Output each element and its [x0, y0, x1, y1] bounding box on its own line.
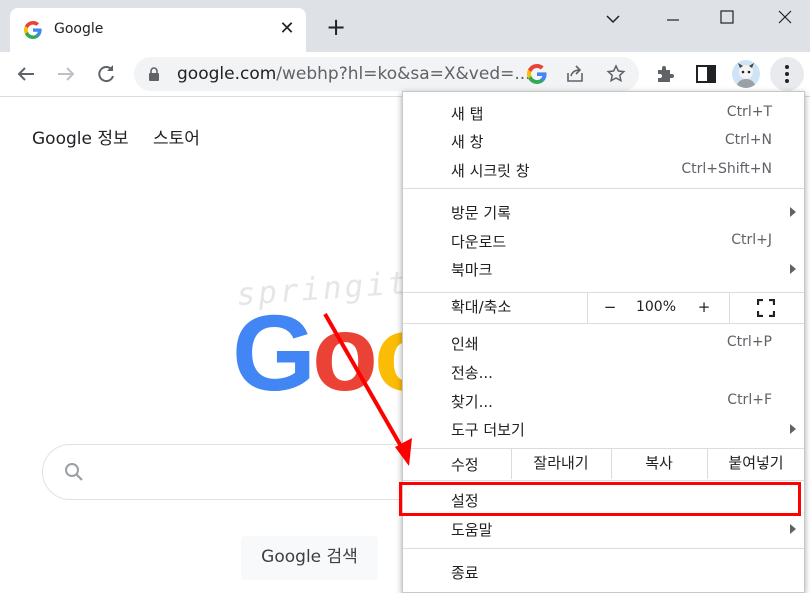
annotation-arrow-icon — [323, 313, 412, 466]
